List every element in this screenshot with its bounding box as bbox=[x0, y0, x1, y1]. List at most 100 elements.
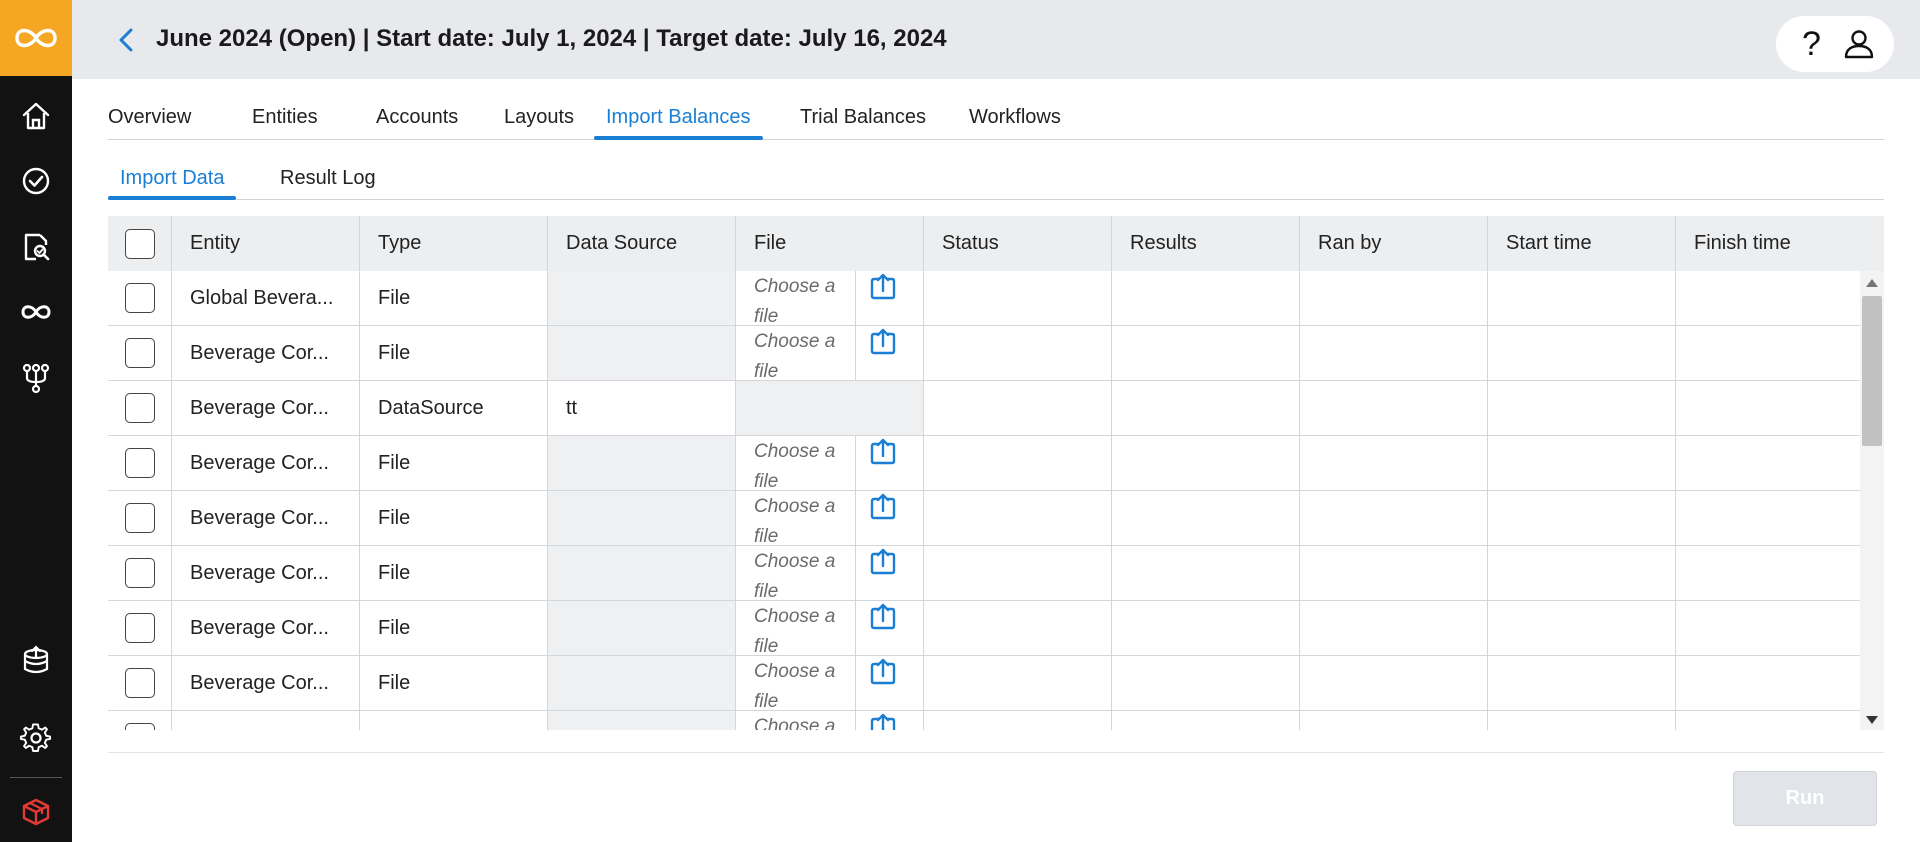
column-header-file[interactable]: File bbox=[736, 216, 924, 271]
type-cell[interactable]: DataSource bbox=[360, 381, 548, 435]
entity-cell[interactable]: Beverage Cor... bbox=[172, 436, 360, 490]
row-checkbox[interactable] bbox=[124, 338, 155, 368]
entity-cell[interactable]: Global Bevera... bbox=[172, 271, 360, 325]
choose-file-link[interactable]: Choose a file bbox=[736, 436, 856, 490]
type-cell[interactable]: File bbox=[360, 601, 548, 655]
entity-cell[interactable]: Beverage Cor... bbox=[172, 326, 360, 380]
tab-layouts[interactable]: Layouts bbox=[492, 106, 586, 139]
upload-file-button[interactable] bbox=[868, 271, 898, 301]
data-source-cell[interactable] bbox=[548, 326, 736, 380]
nav-review[interactable] bbox=[0, 219, 72, 275]
row-checkbox[interactable] bbox=[124, 503, 155, 533]
type-cell[interactable]: File bbox=[360, 436, 548, 490]
grid-scrollbar[interactable] bbox=[1860, 271, 1884, 730]
data-source-cell[interactable] bbox=[548, 436, 736, 490]
help-button[interactable]: ? bbox=[1792, 24, 1832, 64]
entity-cell[interactable] bbox=[172, 711, 360, 730]
scroll-thumb[interactable] bbox=[1862, 296, 1882, 446]
row-checkbox[interactable] bbox=[124, 723, 155, 730]
type-cell[interactable]: File bbox=[360, 656, 548, 710]
subtab-result-log[interactable]: Result Log bbox=[268, 167, 388, 199]
upload-file-button[interactable] bbox=[868, 601, 898, 631]
choose-file-link[interactable]: Choose a file bbox=[736, 546, 856, 600]
choose-file-link[interactable]: Choose a file bbox=[736, 271, 856, 325]
upload-file-button[interactable] bbox=[868, 711, 898, 730]
user-profile-button[interactable] bbox=[1839, 24, 1879, 64]
main-tabs: Overview Entities Accounts Layouts Impor… bbox=[108, 100, 1884, 140]
type-cell[interactable]: File bbox=[360, 271, 548, 325]
type-value: File bbox=[378, 451, 411, 474]
tab-import-balances[interactable]: Import Balances bbox=[594, 106, 763, 140]
upload-file-button[interactable] bbox=[868, 546, 898, 576]
entity-cell[interactable]: Beverage Cor... bbox=[172, 656, 360, 710]
tab-entities[interactable]: Entities bbox=[240, 106, 330, 139]
infinity-loop-logo[interactable] bbox=[0, 0, 72, 76]
tab-workflows[interactable]: Workflows bbox=[957, 106, 1073, 139]
row-checkbox[interactable] bbox=[124, 613, 155, 643]
type-cell[interactable]: File bbox=[360, 546, 548, 600]
file-cell: Choose a file bbox=[736, 491, 924, 545]
column-header-results[interactable]: Results bbox=[1112, 216, 1300, 271]
data-source-cell[interactable] bbox=[548, 546, 736, 600]
column-header-status[interactable]: Status bbox=[924, 216, 1112, 271]
column-header-entity[interactable]: Entity bbox=[172, 216, 360, 271]
upload-file-button[interactable] bbox=[868, 436, 898, 466]
ran-by-cell bbox=[1300, 656, 1488, 710]
row-checkbox[interactable] bbox=[124, 558, 155, 588]
column-header-data-source[interactable]: Data Source bbox=[548, 216, 736, 271]
entity-cell[interactable]: Beverage Cor... bbox=[172, 601, 360, 655]
row-checkbox[interactable] bbox=[124, 668, 155, 698]
data-source-cell[interactable] bbox=[548, 271, 736, 325]
start-time-cell bbox=[1488, 381, 1676, 435]
type-cell[interactable]: File bbox=[360, 491, 548, 545]
finish-time-cell bbox=[1676, 326, 1860, 380]
data-source-cell[interactable] bbox=[548, 491, 736, 545]
nav-settings[interactable] bbox=[0, 710, 72, 766]
subtab-import-data[interactable]: Import Data bbox=[108, 167, 237, 200]
choose-file-link[interactable]: Choose a file bbox=[736, 601, 856, 655]
run-button[interactable]: Run bbox=[1733, 771, 1877, 826]
entity-name: Beverage Cor... bbox=[190, 341, 329, 364]
entity-cell[interactable]: Beverage Cor... bbox=[172, 381, 360, 435]
status-cell bbox=[924, 436, 1112, 490]
column-header-start-time[interactable]: Start time bbox=[1488, 216, 1676, 271]
select-all-checkbox[interactable] bbox=[124, 228, 155, 259]
upload-icon bbox=[870, 658, 896, 685]
row-checkbox[interactable] bbox=[124, 448, 155, 478]
nav-tasks[interactable] bbox=[0, 153, 72, 209]
entity-name: Beverage Cor... bbox=[190, 561, 329, 584]
column-header-finish-time[interactable]: Finish time bbox=[1676, 216, 1884, 271]
nav-home[interactable] bbox=[0, 88, 72, 144]
back-button[interactable] bbox=[110, 24, 142, 56]
tab-trial-balances[interactable]: Trial Balances bbox=[788, 106, 938, 139]
choose-file-link[interactable]: Choose a file bbox=[736, 326, 856, 380]
nav-data-upload[interactable] bbox=[0, 632, 72, 688]
entity-cell[interactable]: Beverage Cor... bbox=[172, 546, 360, 600]
type-cell[interactable] bbox=[360, 711, 548, 730]
row-checkbox[interactable] bbox=[124, 283, 155, 313]
scroll-up-arrow[interactable] bbox=[1866, 279, 1878, 287]
table-row: Beverage Cor... DataSource tt bbox=[108, 381, 1860, 436]
column-header-type[interactable]: Type bbox=[360, 216, 548, 271]
type-cell[interactable]: File bbox=[360, 326, 548, 380]
data-source-cell[interactable] bbox=[548, 711, 736, 730]
nav-apps[interactable] bbox=[0, 784, 72, 840]
tab-overview[interactable]: Overview bbox=[96, 106, 203, 139]
choose-file-link[interactable]: Choose a file bbox=[736, 491, 856, 545]
choose-file-link[interactable]: Choose a file bbox=[736, 656, 856, 710]
scroll-down-arrow[interactable] bbox=[1866, 716, 1878, 724]
data-source-cell[interactable] bbox=[548, 656, 736, 710]
column-header-ran-by[interactable]: Ran by bbox=[1300, 216, 1488, 271]
tab-accounts[interactable]: Accounts bbox=[364, 106, 470, 139]
file-cell: Choose a file bbox=[736, 436, 924, 490]
nav-consolidation[interactable] bbox=[0, 284, 72, 340]
nav-workflows[interactable] bbox=[0, 350, 72, 406]
data-source-cell[interactable]: tt bbox=[548, 381, 736, 435]
data-source-cell[interactable] bbox=[548, 601, 736, 655]
row-checkbox[interactable] bbox=[124, 393, 155, 423]
upload-file-button[interactable] bbox=[868, 491, 898, 521]
entity-cell[interactable]: Beverage Cor... bbox=[172, 491, 360, 545]
upload-file-button[interactable] bbox=[868, 656, 898, 686]
choose-file-link[interactable]: Choose a file bbox=[736, 711, 856, 730]
upload-file-button[interactable] bbox=[868, 326, 898, 356]
